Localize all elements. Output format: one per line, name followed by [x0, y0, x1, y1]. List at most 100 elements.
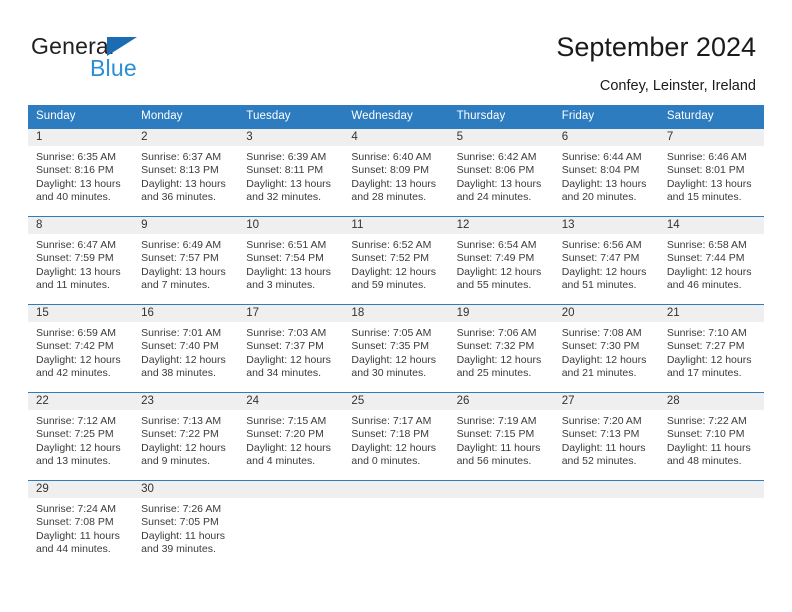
day-cell[interactable]: 9 Sunrise: 6:49 AM Sunset: 7:57 PM Daylight… [133, 216, 239, 304]
daylight-duration-line2: and 20 minutes. [561, 191, 637, 204]
calendar-cell: 11 Sunrise: 6:52 AM Sunset: 7:52 PM Dayligh… [343, 216, 449, 304]
daylight-duration-line2: and 21 minutes. [561, 367, 637, 380]
calendar-cell: 20 Sunrise: 7:08 AM Sunset: 7:30 PM Dayligh… [553, 304, 659, 392]
day-cell[interactable]: 22 Sunrise: 7:12 AM Sunset: 7:25 PM Dayligh… [28, 392, 134, 480]
day-cell[interactable]: 30 Sunrise: 7:26 AM Sunset: 7:05 PM Dayligh… [133, 480, 239, 568]
day-cell[interactable]: 25 Sunrise: 7:17 AM Sunset: 7:18 PM Dayligh… [343, 392, 449, 480]
sunset-time: Sunset: 8:13 PM [141, 164, 219, 177]
day-cell[interactable]: 10 Sunrise: 6:51 AM Sunset: 7:54 PM Dayligh… [238, 216, 344, 304]
calendar-cell: 16 Sunrise: 7:01 AM Sunset: 7:40 PM Dayligh… [133, 304, 239, 392]
daylight-duration-line2: and 28 minutes. [351, 191, 427, 204]
daylight-duration-line2: and 9 minutes. [141, 455, 211, 468]
calendar-page: General Blue September 2024 Confey, Lein… [0, 0, 792, 612]
day-details: Sunrise: 6:37 AM Sunset: 8:13 PM Daylight:… [133, 146, 238, 205]
daylight-duration-line1: Daylight: 12 hours [561, 265, 647, 278]
sunrise-time: Sunrise: 7:10 AM [666, 327, 747, 339]
day-number: 9 [133, 217, 239, 234]
day-number: 12 [448, 217, 554, 234]
daylight-duration-line1: Daylight: 12 hours [36, 353, 121, 366]
daylight-duration-line1: Daylight: 12 hours [141, 441, 226, 454]
daylight-duration-line1: Daylight: 13 hours [141, 177, 226, 190]
daylight-duration-line1: Daylight: 13 hours [561, 177, 647, 190]
sunset-time: Sunset: 7:40 PM [141, 340, 219, 353]
day-number: 30 [133, 481, 239, 498]
sunrise-time: Sunrise: 7:12 AM [36, 415, 116, 427]
daylight-duration-line2: and 11 minutes. [36, 279, 110, 292]
sunset-time: Sunset: 7:57 PM [141, 252, 219, 265]
day-cell[interactable]: 17 Sunrise: 7:03 AM Sunset: 7:37 PM Dayligh… [238, 304, 344, 392]
day-number: 18 [343, 305, 449, 322]
sunset-time: Sunset: 7:35 PM [351, 340, 430, 353]
day-cell[interactable]: 4 Sunrise: 6:40 AM Sunset: 8:09 PM Daylight… [343, 128, 449, 216]
day-cell[interactable]: 2 Sunrise: 6:37 AM Sunset: 8:13 PM Daylight… [133, 128, 239, 216]
daylight-duration-line2: and 13 minutes. [36, 455, 111, 468]
day-details: Sunrise: 6:54 AM Sunset: 7:49 PM Daylight:… [449, 234, 554, 293]
day-cell[interactable]: 18 Sunrise: 7:05 AM Sunset: 7:35 PM Dayligh… [343, 304, 449, 392]
sunset-time: Sunset: 7:05 PM [141, 516, 219, 529]
day-cell[interactable]: 21 Sunrise: 7:10 AM Sunset: 7:27 PM Dayligh… [658, 304, 764, 392]
day-number [238, 481, 344, 498]
calendar-cell [658, 480, 764, 568]
day-cell[interactable]: 28 Sunrise: 7:22 AM Sunset: 7:10 PM Dayligh… [658, 392, 764, 480]
daylight-duration-line2: and 59 minutes. [351, 279, 427, 292]
sunset-time: Sunset: 8:16 PM [36, 164, 114, 177]
calendar-cell: 14 Sunrise: 6:58 AM Sunset: 7:44 PM Dayligh… [658, 216, 764, 304]
day-cell[interactable]: 24 Sunrise: 7:15 AM Sunset: 7:20 PM Dayligh… [238, 392, 344, 480]
day-cell[interactable]: 26 Sunrise: 7:19 AM Sunset: 7:15 PM Dayligh… [448, 392, 554, 480]
day-cell[interactable]: 16 Sunrise: 7:01 AM Sunset: 7:40 PM Dayligh… [133, 304, 239, 392]
calendar-cell: 26 Sunrise: 7:19 AM Sunset: 7:15 PM Dayligh… [448, 392, 554, 480]
day-details: Sunrise: 6:47 AM Sunset: 7:59 PM Daylight:… [28, 234, 133, 293]
day-cell[interactable]: 27 Sunrise: 7:20 AM Sunset: 7:13 PM Dayligh… [553, 392, 659, 480]
day-cell[interactable]: 12 Sunrise: 6:54 AM Sunset: 7:49 PM Dayligh… [448, 216, 554, 304]
daylight-duration-line2: and 7 minutes. [141, 279, 211, 292]
daylight-duration-line2: and 4 minutes. [246, 455, 316, 468]
sunrise-time: Sunrise: 6:35 AM [36, 151, 116, 163]
day-details: Sunrise: 7:08 AM Sunset: 7:30 PM Daylight:… [554, 322, 659, 381]
day-cell[interactable]: 20 Sunrise: 7:08 AM Sunset: 7:30 PM Dayligh… [553, 304, 659, 392]
daylight-duration-line1: Daylight: 11 hours [561, 441, 646, 454]
sunrise-time: Sunrise: 6:49 AM [141, 239, 222, 251]
daylight-duration-line1: Daylight: 12 hours [456, 353, 542, 366]
day-cell[interactable]: 23 Sunrise: 7:13 AM Sunset: 7:22 PM Dayligh… [133, 392, 239, 480]
calendar-cell: 9 Sunrise: 6:49 AM Sunset: 7:57 PM Daylight… [133, 216, 239, 304]
calendar-cell: 25 Sunrise: 7:17 AM Sunset: 7:18 PM Dayligh… [343, 392, 449, 480]
sunset-time: Sunset: 7:18 PM [351, 428, 430, 441]
day-cell-empty [343, 480, 449, 568]
day-number: 21 [658, 305, 764, 322]
sunrise-time: Sunrise: 7:05 AM [351, 327, 432, 339]
sunset-time: Sunset: 7:25 PM [36, 428, 114, 441]
day-number [448, 481, 554, 498]
calendar-cell: 29 Sunrise: 7:24 AM Sunset: 7:08 PM Dayligh… [28, 480, 134, 568]
day-cell[interactable]: 3 Sunrise: 6:39 AM Sunset: 8:11 PM Daylight… [238, 128, 344, 216]
day-cell[interactable]: 29 Sunrise: 7:24 AM Sunset: 7:08 PM Dayligh… [28, 480, 134, 568]
general-blue-logo[interactable]: General Blue [31, 33, 201, 85]
day-cell[interactable]: 6 Sunrise: 6:44 AM Sunset: 8:04 PM Daylight… [553, 128, 659, 216]
day-cell[interactable]: 14 Sunrise: 6:58 AM Sunset: 7:44 PM Dayligh… [658, 216, 764, 304]
sunset-time: Sunset: 7:20 PM [246, 428, 324, 441]
sunrise-time: Sunrise: 7:06 AM [456, 327, 537, 339]
calendar-table: Sunday Monday Tuesday Wednesday Thursday… [28, 105, 764, 568]
day-cell[interactable]: 15 Sunrise: 6:59 AM Sunset: 7:42 PM Dayligh… [28, 304, 134, 392]
daylight-duration-line2: and 39 minutes. [141, 543, 216, 556]
day-cell[interactable]: 1 Sunrise: 6:35 AM Sunset: 8:16 PM Daylight… [28, 128, 134, 216]
day-cell[interactable]: 7 Sunrise: 6:46 AM Sunset: 8:01 PM Daylight… [658, 128, 764, 216]
day-cell[interactable]: 11 Sunrise: 6:52 AM Sunset: 7:52 PM Dayligh… [343, 216, 449, 304]
day-cell[interactable]: 8 Sunrise: 6:47 AM Sunset: 7:59 PM Daylight… [28, 216, 134, 304]
day-number: 22 [28, 393, 134, 410]
daylight-duration-line2: and 32 minutes. [246, 191, 321, 204]
day-cell[interactable]: 19 Sunrise: 7:06 AM Sunset: 7:32 PM Dayligh… [448, 304, 554, 392]
day-details: Sunrise: 6:40 AM Sunset: 8:09 PM Daylight:… [343, 146, 448, 205]
day-cell[interactable]: 5 Sunrise: 6:42 AM Sunset: 8:06 PM Daylight… [448, 128, 554, 216]
day-details: Sunrise: 6:46 AM Sunset: 8:01 PM Daylight:… [659, 146, 764, 205]
calendar-cell: 24 Sunrise: 7:15 AM Sunset: 7:20 PM Dayligh… [238, 392, 344, 480]
calendar-cell: 15 Sunrise: 6:59 AM Sunset: 7:42 PM Dayligh… [28, 304, 134, 392]
calendar-cell [343, 480, 449, 568]
daylight-duration-line1: Daylight: 12 hours [351, 265, 437, 278]
day-details: Sunrise: 6:52 AM Sunset: 7:52 PM Daylight:… [343, 234, 448, 293]
calendar-cell: 28 Sunrise: 7:22 AM Sunset: 7:10 PM Dayligh… [658, 392, 764, 480]
calendar-grid: Sunday Monday Tuesday Wednesday Thursday… [28, 105, 764, 568]
daylight-duration-line2: and 52 minutes. [561, 455, 637, 468]
day-details: Sunrise: 6:44 AM Sunset: 8:04 PM Daylight:… [554, 146, 659, 205]
day-number: 11 [343, 217, 449, 234]
day-cell[interactable]: 13 Sunrise: 6:56 AM Sunset: 7:47 PM Dayligh… [553, 216, 659, 304]
